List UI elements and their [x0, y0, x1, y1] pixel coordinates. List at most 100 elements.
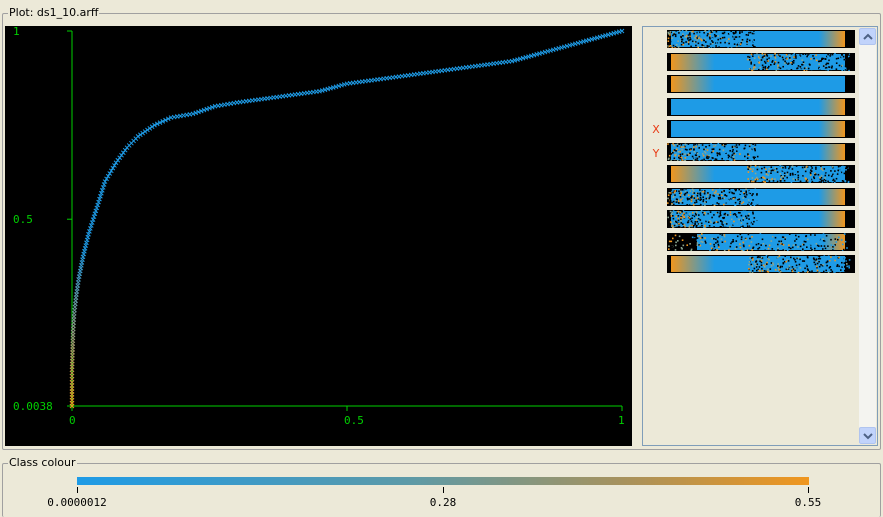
strip-point: [779, 260, 781, 262]
strip-point: [805, 235, 807, 237]
strip-point: [822, 247, 824, 250]
strip-point: [808, 52, 810, 55]
strip-point: [782, 169, 784, 172]
strip-point: [773, 54, 776, 56]
strip-point: [756, 269, 758, 272]
strip-point: [716, 201, 718, 204]
strip-point: [701, 203, 704, 205]
strip-point: [797, 64, 800, 67]
strip-point: [824, 247, 827, 249]
strip-point: [685, 189, 687, 191]
strip-point: [669, 210, 672, 213]
strip-point: [842, 165, 844, 168]
attribute-strip-s4[interactable]: [667, 97, 855, 116]
strip-point: [721, 221, 723, 223]
strip-point: [684, 143, 687, 145]
strip-point: [677, 42, 680, 45]
strip-point: [672, 217, 675, 220]
strip-point: [754, 165, 757, 167]
strip-point: [741, 31, 743, 33]
strip-point: [678, 154, 680, 157]
strip-point: [756, 155, 759, 157]
scroll-down-button[interactable]: [859, 427, 876, 444]
scatter-plot-canvas[interactable]: 0 0.5 1 0.0038 0.5 1: [5, 26, 632, 446]
strip-point: [747, 178, 749, 180]
strip-point: [730, 201, 732, 204]
vertical-scrollbar[interactable]: [859, 28, 876, 444]
strip-point: [768, 258, 770, 261]
strip-point: [761, 238, 764, 240]
attribute-strip-s8[interactable]: [667, 187, 855, 206]
strip-point: [805, 66, 808, 68]
attribute-strip-s7[interactable]: [667, 165, 855, 183]
attribute-strip-s3[interactable]: [667, 75, 855, 93]
strip-point: [724, 226, 727, 228]
strip-point: [676, 148, 678, 150]
strip-point: [793, 245, 796, 247]
strip-point: [702, 190, 705, 192]
strip-point: [677, 150, 680, 153]
strip-point: [842, 55, 845, 57]
strip-point: [841, 180, 844, 182]
strip-point: [847, 68, 849, 70]
strip-point: [697, 46, 699, 48]
attribute-strip-s9[interactable]: [667, 210, 855, 228]
strip-point: [734, 204, 736, 206]
strip-point: [705, 241, 707, 244]
strip-point: [827, 180, 829, 183]
strip-point: [695, 44, 697, 47]
strip-point: [693, 32, 695, 35]
strip-point: [686, 34, 688, 37]
strip-point: [747, 233, 750, 235]
strip-point: [770, 172, 772, 174]
strip-point: [736, 148, 738, 150]
strip-point: [840, 269, 842, 271]
strip-point: [725, 223, 728, 225]
strip-point: [671, 204, 674, 206]
strip-point: [750, 148, 753, 151]
attribute-strip-s2[interactable]: [667, 52, 855, 71]
strip-point: [841, 53, 843, 56]
strip-point: [709, 41, 712, 44]
strip-graphic: [671, 52, 851, 71]
strip-point: [816, 260, 818, 263]
strip-point: [756, 193, 758, 196]
attribute-strip-s11[interactable]: [667, 255, 855, 273]
strip-point: [794, 239, 796, 242]
attribute-strip-s5[interactable]: [667, 120, 855, 138]
strip-point: [749, 257, 751, 259]
strip-point: [759, 256, 761, 258]
strip-point: [729, 32, 731, 34]
attribute-strip-s1[interactable]: [667, 30, 855, 48]
strip-point: [835, 57, 838, 59]
strip-point: [801, 176, 804, 179]
scroll-up-button[interactable]: [859, 28, 876, 45]
strip-point: [715, 241, 717, 244]
strip-point: [803, 67, 806, 69]
strip-point: [748, 39, 751, 42]
strip-point: [667, 197, 669, 199]
x-axis-marker: X: [652, 123, 660, 136]
strip-point: [711, 237, 713, 239]
strip-point: [701, 211, 704, 214]
strip-point: [830, 172, 832, 174]
strip-point: [720, 218, 723, 221]
attribute-strip-s10[interactable]: [667, 232, 855, 251]
strip-point: [687, 32, 689, 35]
strip-point: [684, 159, 687, 161]
strip-point: [741, 202, 743, 204]
strip-point: [747, 215, 750, 217]
strip-point: [702, 34, 705, 37]
strip-point: [776, 180, 779, 183]
strip-point: [698, 234, 701, 237]
strip-point: [738, 42, 740, 45]
y-tick-label: 1: [13, 26, 20, 38]
strip-point: [745, 188, 747, 190]
strip-graphic: [667, 187, 845, 206]
strip-point: [730, 218, 733, 221]
strip-point: [795, 267, 798, 269]
strip-point: [772, 236, 774, 238]
attribute-strip-s6[interactable]: [667, 142, 855, 161]
strip-point: [733, 32, 735, 35]
strip-point: [844, 166, 846, 168]
